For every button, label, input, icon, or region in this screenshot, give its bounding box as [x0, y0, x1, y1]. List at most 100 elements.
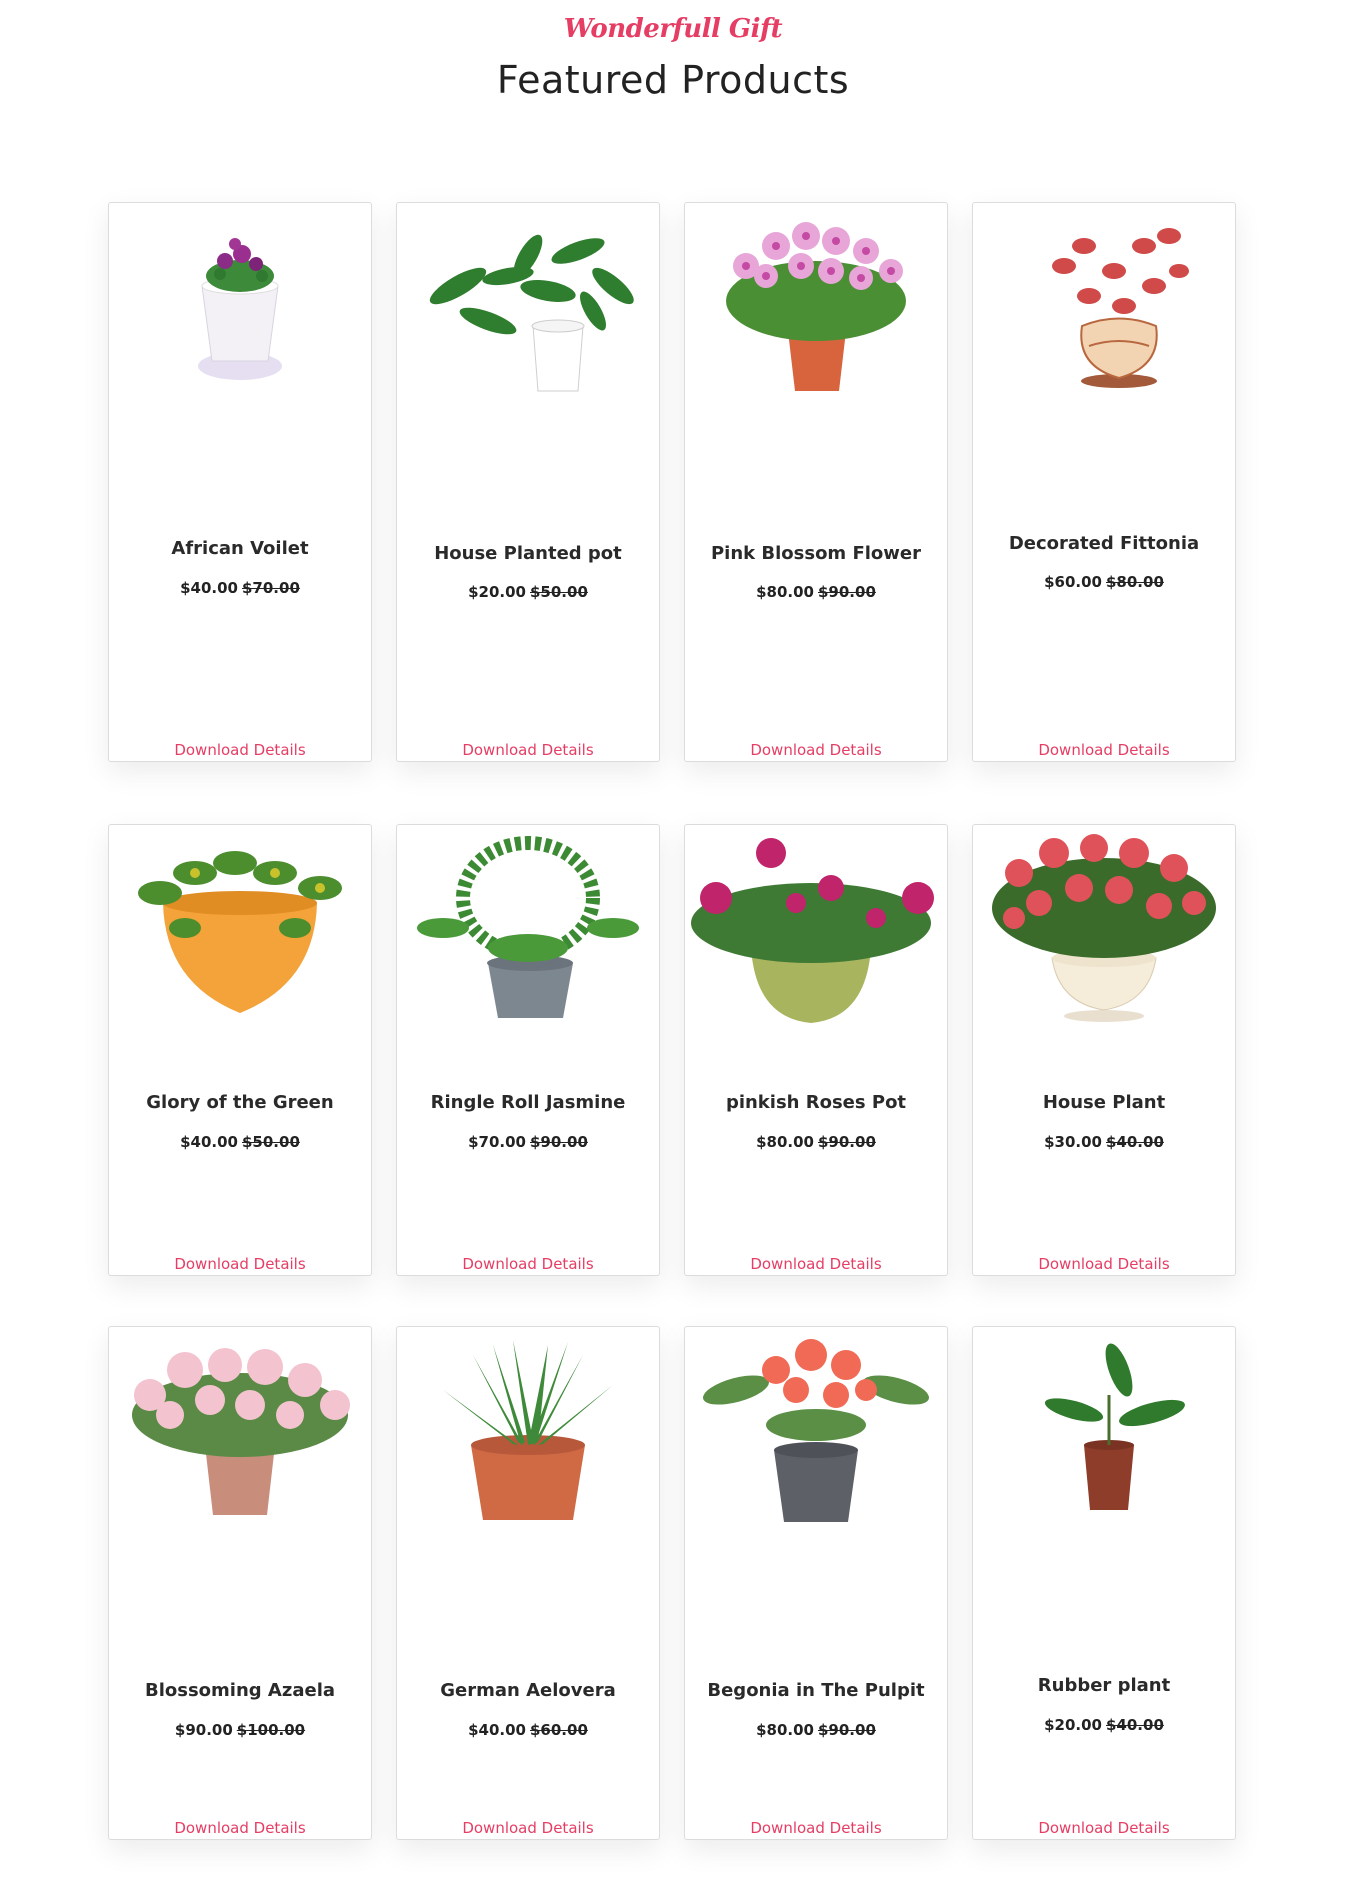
product-image: [397, 1327, 659, 1532]
download-details-link[interactable]: Download Details: [109, 1255, 371, 1273]
pinkish-roses-pot-image: [691, 837, 934, 1023]
product-image: [685, 825, 947, 1030]
current-price: $30.00: [1044, 1133, 1102, 1151]
download-details-link[interactable]: Download Details: [397, 1819, 659, 1837]
old-price: $90.00: [530, 1133, 588, 1151]
decorated-fittonia-image: [1052, 227, 1189, 388]
product-image: [109, 825, 371, 1030]
product-image: [973, 1327, 1235, 1532]
product-row: Blossoming Azaela $90.00 $100.00 Download…: [108, 1326, 1242, 1840]
product-price: $40.00 $50.00: [109, 1133, 371, 1151]
product-card[interactable]: Decorated Fittonia $60.00 $80.00 Download…: [972, 202, 1236, 762]
product-card[interactable]: Begonia in The Pulpit $80.00 $90.00 Downl…: [684, 1326, 948, 1840]
product-grid: African Voilet $40.00 $70.00 Download Det…: [108, 202, 1242, 1902]
tagline: Wonderfull Gift: [563, 14, 783, 44]
product-name: House Planted pot: [434, 543, 622, 564]
product-name: Begonia in The Pulpit: [707, 1680, 925, 1701]
product-image: [685, 1327, 947, 1532]
product-name: Ringle Roll Jasmine: [430, 1092, 626, 1113]
download-details-link[interactable]: Download Details: [685, 1819, 947, 1837]
product-price: $20.00 $50.00: [397, 583, 659, 601]
begonia-in-the-pulpit-image: [703, 1338, 929, 1522]
product-card[interactable]: House Planted pot $20.00 $50.00 Download …: [396, 202, 660, 762]
product-row: Glory of the Green $40.00 $50.00 Download…: [108, 824, 1242, 1276]
product-name: African Voilet: [171, 538, 309, 559]
page-title: Featured Products: [496, 58, 850, 102]
product-price: $80.00 $90.00: [685, 1721, 947, 1739]
download-details-link[interactable]: Download Details: [973, 1819, 1235, 1837]
current-price: $80.00: [756, 583, 814, 601]
product-row: African Voilet $40.00 $70.00 Download Det…: [108, 202, 1242, 762]
product-price: $60.00 $80.00: [973, 573, 1235, 591]
download-details-link[interactable]: Download Details: [397, 741, 659, 759]
old-price: $60.00: [530, 1721, 588, 1739]
download-details-link[interactable]: Download Details: [973, 741, 1235, 759]
rubber-plant-image: [1044, 1342, 1185, 1510]
house-planted-pot-image: [429, 234, 634, 391]
current-price: $20.00: [468, 583, 526, 601]
old-price: $40.00: [1106, 1133, 1164, 1151]
product-name: pinkish Roses Pot: [725, 1092, 907, 1113]
product-image: [109, 1327, 371, 1532]
product-card[interactable]: Blossoming Azaela $90.00 $100.00 Download…: [108, 1326, 372, 1840]
current-price: $80.00: [756, 1133, 814, 1151]
glory-of-the-green-image: [138, 850, 342, 1013]
product-price: $40.00 $70.00: [109, 579, 371, 597]
ringle-roll-jasmine-image: [417, 835, 639, 1018]
product-price: $20.00 $40.00: [973, 1716, 1235, 1734]
current-price: $40.00: [468, 1721, 526, 1739]
old-price: $80.00: [1106, 573, 1164, 591]
product-name: House Plant: [1042, 1092, 1166, 1113]
product-price: $40.00 $60.00: [397, 1721, 659, 1739]
download-details-link[interactable]: Download Details: [685, 1255, 947, 1273]
old-price: $90.00: [818, 1133, 876, 1151]
download-details-link[interactable]: Download Details: [109, 741, 371, 759]
old-price: $90.00: [818, 1721, 876, 1739]
product-name: Glory of the Green: [146, 1092, 334, 1113]
product-card[interactable]: Glory of the Green $40.00 $50.00 Download…: [108, 824, 372, 1276]
old-price: $40.00: [1106, 1716, 1164, 1734]
old-price: $50.00: [242, 1133, 300, 1151]
product-name: Blossoming Azaela: [144, 1680, 336, 1701]
current-price: $60.00: [1044, 573, 1102, 591]
pink-blossom-flower-image: [726, 221, 906, 391]
download-details-link[interactable]: Download Details: [109, 1819, 371, 1837]
old-price: $50.00: [530, 583, 588, 601]
product-card[interactable]: Ringle Roll Jasmine $70.00 $90.00 Downloa…: [396, 824, 660, 1276]
product-name: Pink Blossom Flower: [710, 543, 922, 564]
product-card[interactable]: African Voilet $40.00 $70.00 Download Det…: [108, 202, 372, 762]
african-violet-plant-image: [198, 237, 282, 380]
current-price: $90.00: [174, 1721, 233, 1739]
download-details-link[interactable]: Download Details: [973, 1255, 1235, 1273]
current-price: $40.00: [180, 1133, 238, 1151]
product-price: $30.00 $40.00: [973, 1133, 1235, 1151]
old-price: $70.00: [242, 579, 300, 597]
german-aloe-vera-image: [443, 1339, 613, 1520]
product-image: [397, 203, 659, 408]
product-card[interactable]: German Aelovera $40.00 $60.00 Download De…: [396, 1326, 660, 1840]
product-image: [973, 203, 1235, 408]
product-name: German Aelovera: [440, 1680, 616, 1701]
product-card[interactable]: pinkish Roses Pot $80.00 $90.00 Download …: [684, 824, 948, 1276]
product-image: [109, 203, 371, 408]
product-card[interactable]: Rubber plant $20.00 $40.00 Download Detai…: [972, 1326, 1236, 1840]
download-details-link[interactable]: Download Details: [685, 741, 947, 759]
old-price: $100.00: [236, 1721, 306, 1739]
product-price: $80.00 $90.00: [685, 583, 947, 601]
product-name: Decorated Fittonia: [1008, 533, 1200, 554]
current-price: $70.00: [468, 1133, 526, 1151]
page-header: Wonderfull Gift Featured Products: [0, 0, 1346, 102]
product-image: [973, 825, 1235, 1030]
product-card[interactable]: House Plant $30.00 $40.00 Download Detail…: [972, 824, 1236, 1276]
product-price: $80.00 $90.00: [685, 1133, 947, 1151]
product-image: [397, 825, 659, 1030]
product-card[interactable]: Pink Blossom Flower $80.00 $90.00 Downloa…: [684, 202, 948, 762]
blossoming-azalea-image: [132, 1347, 350, 1515]
product-name: Rubber plant: [1037, 1675, 1171, 1696]
download-details-link[interactable]: Download Details: [397, 1255, 659, 1273]
current-price: $40.00: [180, 579, 238, 597]
product-image: [685, 203, 947, 408]
product-price: $70.00 $90.00: [397, 1133, 659, 1151]
old-price: $90.00: [818, 583, 876, 601]
current-price: $80.00: [756, 1721, 814, 1739]
